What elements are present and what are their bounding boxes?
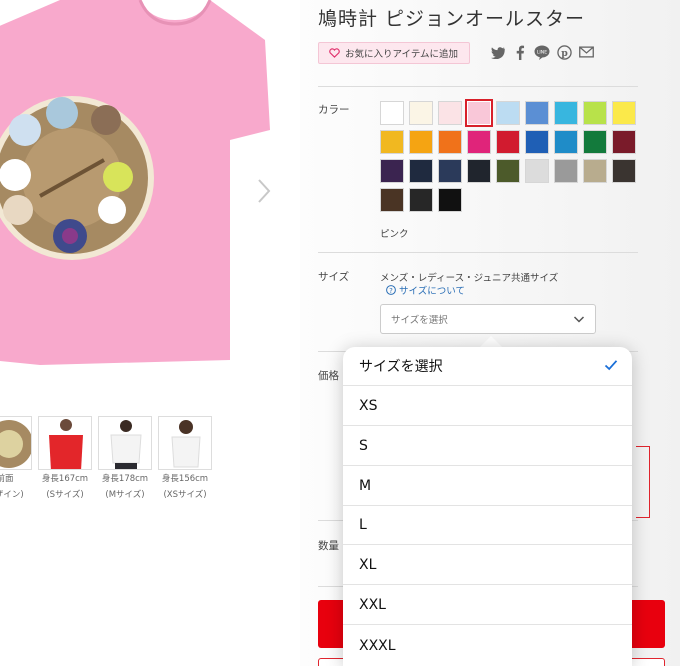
color-swatch[interactable] [612,130,636,154]
share-icons: LINE p [490,44,594,60]
checkmark-icon [604,360,618,371]
help-icon: ? [386,285,396,295]
color-swatch[interactable] [554,101,578,125]
color-swatch[interactable] [496,159,520,183]
chevron-down-icon [573,316,585,323]
size-note: メンズ・レディース・ジュニア共通サイズ [380,273,559,284]
color-swatch[interactable] [496,101,520,125]
product-title: 鳩時計 ピジョンオールスター [318,8,586,30]
picker-option-xs[interactable]: XS [343,387,632,426]
next-image-arrow-icon[interactable] [254,176,274,206]
color-swatch[interactable] [583,101,607,125]
size-select-value: サイズを選択 [391,315,448,326]
quantity-label: 数量 [318,540,339,552]
svg-text:p: p [561,47,568,58]
size-select[interactable]: サイズを選択 [380,304,596,334]
color-swatch[interactable] [438,159,462,183]
line-icon[interactable]: LINE [534,44,550,60]
color-swatch[interactable] [380,130,404,154]
svg-text:LINE: LINE [537,49,547,55]
mail-icon[interactable] [578,44,594,60]
selected-color-name: ピンク [380,229,409,240]
color-swatch[interactable] [467,159,491,183]
facebook-icon[interactable] [512,44,528,60]
color-swatch[interactable] [438,188,462,212]
product-main-image[interactable] [0,0,290,380]
color-swatch[interactable] [409,130,433,154]
color-swatch[interactable] [583,130,607,154]
color-swatch[interactable] [438,130,462,154]
color-swatch[interactable] [583,159,607,183]
color-swatch[interactable] [409,188,433,212]
picker-option-xxl[interactable]: XXL [343,586,632,625]
color-swatch[interactable] [612,159,636,183]
color-swatch[interactable] [554,159,578,183]
color-swatch[interactable] [380,159,404,183]
size-picker-dropdown: サイズを選択 XS S M L XL XXL XXXL [343,347,632,666]
color-swatch[interactable] [380,101,404,125]
divider [318,86,638,87]
picker-option-xl[interactable]: XL [343,546,632,585]
picker-option-xxxl[interactable]: XXXL [343,626,632,665]
picker-option-l[interactable]: L [343,506,632,545]
favorites-label: お気に入りアイテムに追加 [345,49,459,60]
color-label: カラー [318,104,350,116]
product-gallery: 前面 デザイン) 身長167cm (Sサイズ) 身長178cm (Mサイズ) 身… [0,0,300,666]
svg-text:?: ? [389,287,393,295]
thumbnail-model-xs[interactable]: 身長156cm (XSサイズ) [158,416,212,502]
color-swatch[interactable] [409,101,433,125]
price-label: 価格 [318,370,339,382]
divider [318,252,638,253]
thumbnail-model-s[interactable]: 身長167cm (Sサイズ) [38,416,92,502]
thumbnail-model-m[interactable]: 身長178cm (Mサイズ) [98,416,152,502]
size-guide-link[interactable]: ? サイズについて [386,283,465,297]
color-swatch[interactable] [380,188,404,212]
thumbnail-front[interactable]: 前面 デザイン) [0,416,32,502]
twitter-icon[interactable] [490,44,506,60]
color-swatch[interactable] [465,99,493,127]
price-option-box [636,446,650,518]
color-swatches [380,99,636,212]
heart-icon [329,48,340,58]
color-swatch[interactable] [612,101,636,125]
color-swatch[interactable] [409,159,433,183]
color-swatch[interactable] [525,159,549,183]
picker-option-m[interactable]: M [343,467,632,506]
size-label: サイズ [318,271,350,283]
pinterest-icon[interactable]: p [556,44,572,60]
color-swatch[interactable] [554,130,578,154]
color-swatch[interactable] [496,130,520,154]
color-swatch[interactable] [438,101,462,125]
color-swatch[interactable] [467,130,491,154]
picker-option-s[interactable]: S [343,427,632,466]
color-swatch[interactable] [525,101,549,125]
add-to-favorites-button[interactable]: お気に入りアイテムに追加 [318,42,470,64]
picker-option-placeholder[interactable]: サイズを選択 [343,347,632,386]
thumbnail-strip: 前面 デザイン) 身長167cm (Sサイズ) 身長178cm (Mサイズ) 身… [0,416,212,502]
color-swatch[interactable] [525,130,549,154]
